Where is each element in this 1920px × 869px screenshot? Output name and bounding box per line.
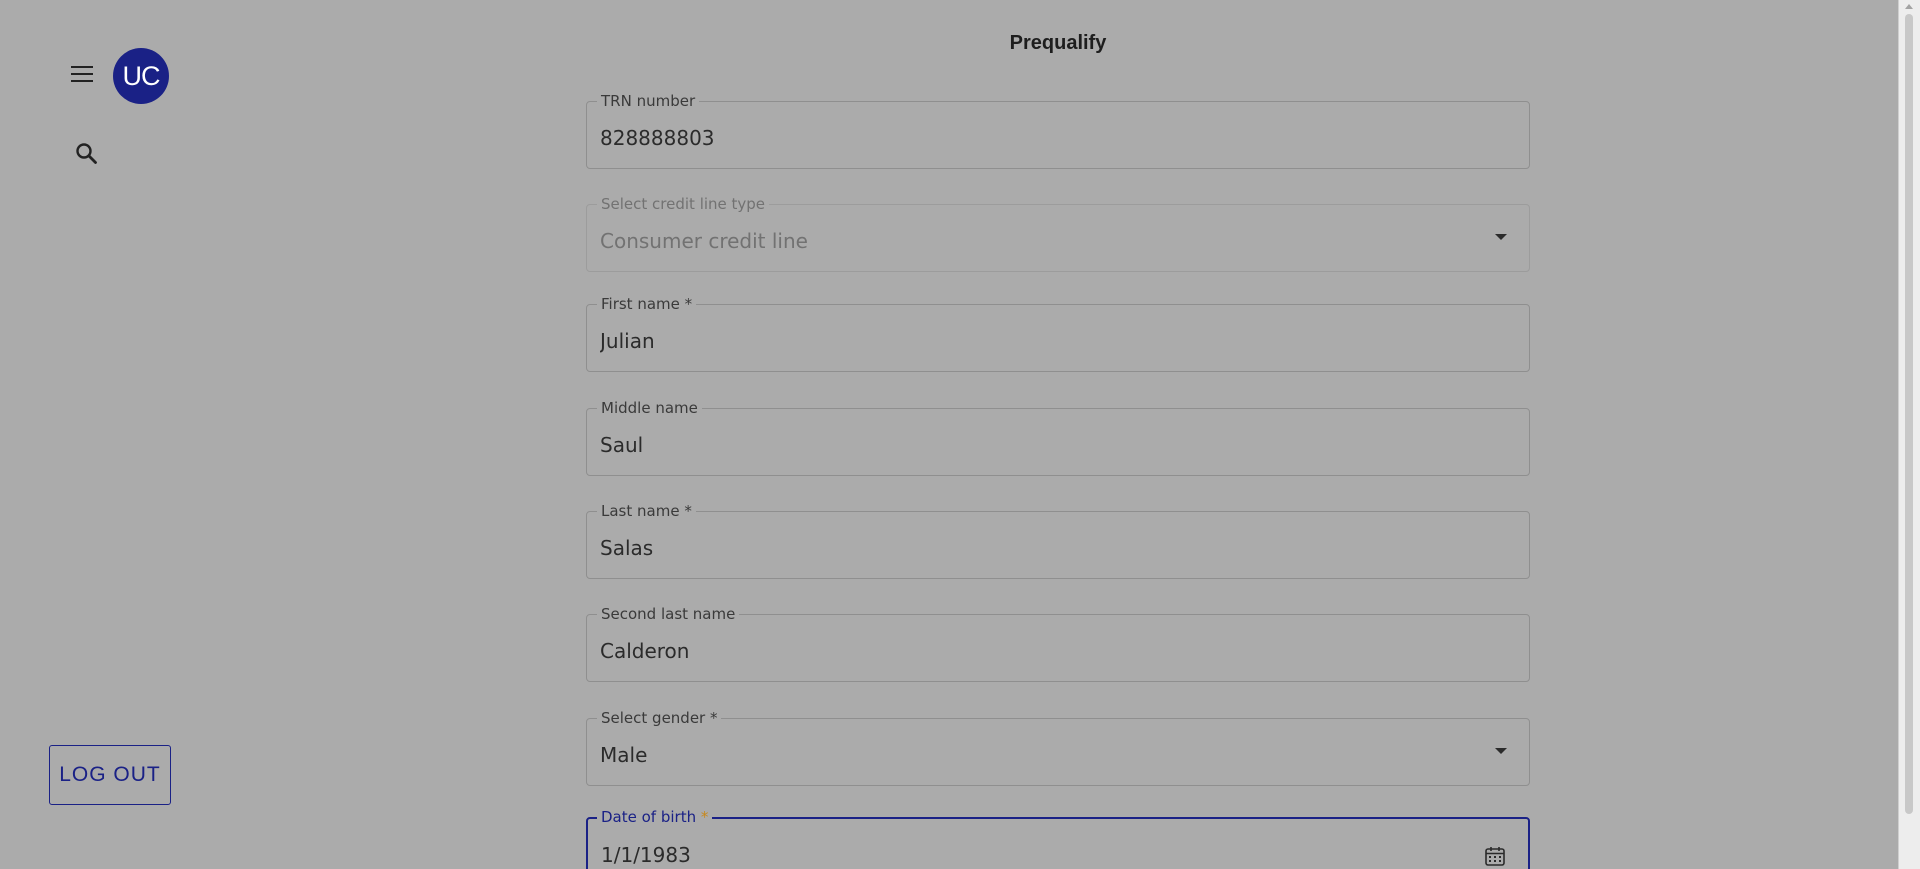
- dob-field[interactable]: Date of birth *: [586, 808, 1530, 869]
- page-title: Prequalify: [1009, 32, 1107, 54]
- page: UC LOG OUT Prequalify TRN number Select …: [0, 0, 1920, 869]
- first-name-field[interactable]: First name *: [586, 295, 1530, 372]
- trn-input[interactable]: [600, 126, 1480, 150]
- trn-label: TRN number: [597, 92, 700, 110]
- scroll-up-icon[interactable]: [1905, 4, 1913, 9]
- logout-button[interactable]: LOG OUT: [49, 745, 171, 805]
- trn-field[interactable]: TRN number: [586, 92, 1530, 169]
- dob-label-text: Date of birth: [601, 808, 697, 826]
- middle-name-input[interactable]: [600, 433, 1480, 457]
- last-name-label: Last name *: [597, 502, 696, 520]
- search-icon[interactable]: [74, 141, 100, 167]
- middle-name-label: Middle name: [597, 399, 702, 417]
- required-mark: *: [700, 808, 709, 826]
- last-name-field[interactable]: Last name *: [586, 502, 1530, 579]
- credit-line-value: Consumer credit line: [600, 229, 808, 253]
- menu-icon[interactable]: [68, 62, 98, 86]
- credit-line-select[interactable]: Select credit line type Consumer credit …: [586, 195, 1530, 272]
- first-name-input[interactable]: [600, 329, 1480, 353]
- chevron-down-icon[interactable]: [1495, 234, 1507, 240]
- gender-label: Select gender *: [597, 709, 722, 727]
- scroll-thumb[interactable]: [1905, 14, 1913, 814]
- gender-select[interactable]: Select gender * Male: [586, 709, 1530, 786]
- credit-line-label: Select credit line type: [597, 195, 770, 213]
- dob-label: Date of birth *: [597, 808, 713, 826]
- last-name-input[interactable]: [600, 536, 1480, 560]
- chevron-down-icon[interactable]: [1495, 748, 1507, 754]
- first-name-label: First name *: [597, 295, 697, 313]
- dob-input[interactable]: [601, 843, 1481, 867]
- gender-value: Male: [600, 743, 648, 767]
- calendar-icon[interactable]: [1484, 845, 1506, 867]
- second-last-name-field[interactable]: Second last name: [586, 605, 1530, 682]
- second-last-name-input[interactable]: [600, 639, 1480, 663]
- middle-name-field[interactable]: Middle name: [586, 399, 1530, 476]
- scrollbar[interactable]: [1898, 0, 1920, 869]
- avatar[interactable]: UC: [113, 48, 169, 104]
- second-last-name-label: Second last name: [597, 605, 740, 623]
